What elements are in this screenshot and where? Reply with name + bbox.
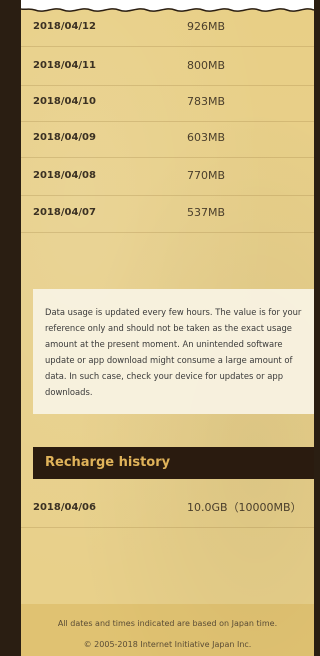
usage-note: Data usage is updated every few hours. T… (33, 289, 314, 414)
note-line: reference only and should not be taken a… (45, 323, 292, 333)
recharge-amount: 10.0GB（10000MB） (187, 501, 302, 514)
recharge-history-title: Recharge history (45, 455, 171, 470)
note-line: update or app download might consume a l… (45, 355, 293, 365)
usage-row: 2018/04/11 800MB (21, 47, 314, 86)
usage-row: 2018/04/10 783MB (21, 83, 314, 122)
usage-amount: 603MB (187, 131, 226, 144)
usage-row: 2018/04/08 770MB (21, 157, 314, 196)
footer-copyright: © 2005-2018 Internet Initiative Japan In… (83, 640, 252, 649)
recharge-history-header: Recharge history (33, 447, 314, 479)
data-usage-page: 2018/04/12 926MB 2018/04/11 800MB 2018/0… (21, 0, 314, 656)
usage-row: 2018/04/07 537MB (21, 194, 314, 233)
usage-date: 2018/04/10 (33, 96, 96, 107)
recharge-row: 2018/04/06 10.0GB（10000MB） (21, 489, 314, 528)
usage-date: 2018/04/07 (33, 207, 96, 218)
note-line: downloads. (45, 387, 93, 397)
note-line: amount at the present moment. An uninten… (45, 339, 283, 349)
usage-date: 2018/04/08 (33, 170, 96, 181)
footer-timezone-note: All dates and times indicated are based … (57, 619, 278, 628)
usage-amount: 800MB (187, 59, 226, 72)
usage-date: 2018/04/11 (33, 60, 96, 71)
recharge-date: 2018/04/06 (33, 502, 96, 513)
footer: All dates and times indicated are based … (21, 604, 314, 656)
note-line: Data usage is updated every few hours. T… (45, 307, 302, 317)
usage-amount: 770MB (187, 169, 226, 182)
note-line: data. In such case, check your device fo… (45, 371, 284, 381)
usage-row: 2018/04/09 603MB (21, 119, 314, 158)
usage-date: 2018/04/09 (33, 132, 96, 143)
usage-amount: 783MB (187, 95, 226, 108)
usage-amount: 537MB (187, 206, 226, 219)
torn-edge-decoration (21, 0, 314, 12)
